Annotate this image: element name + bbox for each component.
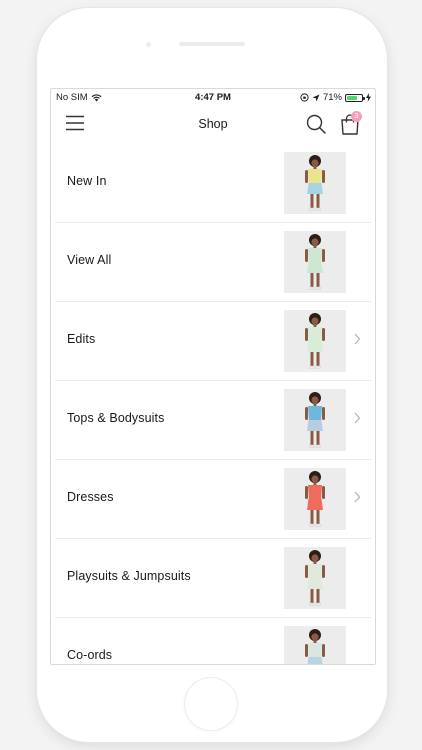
category-thumbnail [284, 231, 346, 293]
status-right: 71% [300, 92, 371, 103]
category-label: Edits [67, 332, 96, 346]
model-figure [284, 152, 346, 214]
category-row[interactable]: Co-ords [55, 618, 371, 664]
category-row[interactable]: Edits [55, 302, 371, 381]
battery-icon [345, 93, 365, 102]
category-thumbnail [284, 468, 346, 530]
model-figure [284, 231, 346, 293]
category-thumbnail [284, 626, 346, 664]
phone-frame: No SIM 4:47 PM 71% Shop 3 New In View Al… [37, 8, 387, 742]
category-label: Playsuits & Jumpsuits [67, 569, 191, 583]
category-thumbnail [284, 547, 346, 609]
category-row[interactable]: Tops & Bodysuits [55, 381, 371, 460]
category-label: Dresses [67, 490, 114, 504]
cart-count-badge: 3 [351, 111, 362, 122]
category-label: Tops & Bodysuits [67, 411, 165, 425]
model-figure [284, 468, 346, 530]
chevron-right-icon [354, 333, 361, 345]
category-label: Co-ords [67, 648, 113, 662]
category-thumbnail [284, 310, 346, 372]
lock-rotation-icon [300, 93, 309, 102]
search-icon[interactable] [305, 113, 327, 135]
category-row[interactable]: New In [55, 144, 371, 223]
category-row[interactable]: Dresses [55, 460, 371, 539]
category-thumbnail [284, 152, 346, 214]
home-button[interactable] [185, 678, 237, 730]
category-thumbnail [284, 389, 346, 451]
chevron-right-icon [354, 412, 361, 424]
speaker [179, 42, 245, 46]
battery-percent: 71% [322, 92, 342, 103]
nav-bar: Shop 3 [51, 107, 375, 143]
model-figure [284, 389, 346, 451]
category-list: New In View All Edits Tops & Bodysuits Dress… [51, 144, 375, 664]
charging-bolt-icon [366, 93, 371, 102]
category-label: New In [67, 174, 107, 188]
chevron-right-icon [354, 491, 361, 503]
category-row[interactable]: View All [55, 223, 371, 302]
battery-fill [347, 95, 357, 100]
model-figure [284, 310, 346, 372]
category-label: View All [67, 253, 112, 267]
category-row[interactable]: Playsuits & Jumpsuits [55, 539, 371, 618]
screen: No SIM 4:47 PM 71% Shop 3 New In View Al… [50, 88, 376, 665]
camera [146, 42, 151, 47]
model-figure [284, 626, 346, 664]
location-arrow-icon [312, 94, 320, 101]
status-bar: No SIM 4:47 PM 71% [51, 89, 375, 107]
model-figure [284, 547, 346, 609]
